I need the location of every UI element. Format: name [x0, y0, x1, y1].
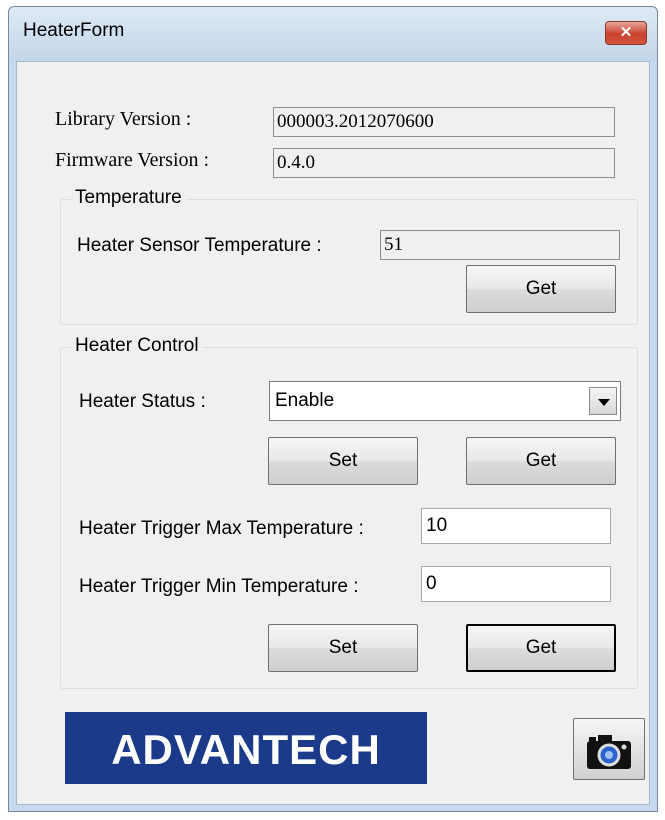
window-title: HeaterForm [23, 20, 125, 41]
max-temperature-input[interactable]: 10 [421, 508, 611, 544]
logo-wordmark: ADVANTECH [111, 726, 381, 773]
max-temperature-label: Heater Trigger Max Temperature : [79, 518, 364, 539]
heater-control-group: Heater Control Heater Status : Enable Se… [60, 335, 638, 689]
heater-status-set-button[interactable]: Set [268, 437, 418, 485]
heater-form-window: HeaterForm ✕ Library Version : 000003.20… [8, 6, 658, 812]
temperature-group: Temperature Heater Sensor Temperature : … [60, 187, 638, 325]
screenshot-button[interactable] [573, 718, 645, 780]
heater-sensor-temperature-field: 51 [380, 230, 620, 260]
temperature-group-title: Temperature [71, 187, 186, 209]
heater-control-group-title: Heater Control [71, 335, 203, 357]
logo-text: ADVANTECH [111, 726, 381, 773]
form-client-area: Library Version : 000003.2012070600 Firm… [16, 61, 650, 805]
heater-status-label: Heater Status : [79, 391, 206, 412]
trigger-set-button[interactable]: Set [268, 624, 418, 672]
heater-status-value: Enable [275, 390, 335, 411]
firmware-version-field: 0.4.0 [273, 148, 615, 178]
min-temperature-input[interactable]: 0 [421, 566, 611, 602]
firmware-version-label: Firmware Version : [55, 149, 210, 171]
temperature-get-button[interactable]: Get [466, 265, 616, 313]
camera-icon [587, 735, 631, 769]
library-version-field: 000003.2012070600 [273, 107, 615, 137]
title-bar[interactable]: HeaterForm ✕ [9, 7, 657, 61]
chevron-down-icon[interactable] [589, 387, 617, 415]
heater-sensor-temperature-label: Heater Sensor Temperature : [77, 235, 322, 256]
library-version-label: Library Version : [55, 108, 192, 130]
advantech-logo: ADVANTECH [65, 712, 427, 784]
heater-status-dropdown[interactable]: Enable [269, 381, 621, 421]
min-temperature-label: Heater Trigger Min Temperature : [79, 576, 359, 597]
close-icon: ✕ [619, 24, 633, 41]
heater-status-get-button[interactable]: Get [466, 437, 616, 485]
close-button[interactable]: ✕ [605, 21, 647, 45]
trigger-get-button[interactable]: Get [466, 624, 616, 672]
